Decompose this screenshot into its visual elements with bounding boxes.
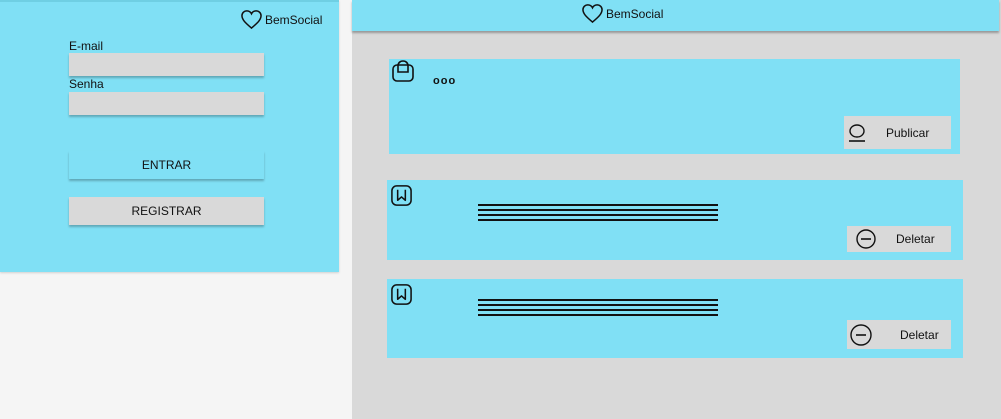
- minus-circle-icon: [856, 229, 876, 249]
- publish-button[interactable]: Publicar: [844, 116, 951, 149]
- delete-button[interactable]: Deletar: [847, 320, 951, 349]
- bag-icon[interactable]: [391, 59, 415, 83]
- enter-button[interactable]: ENTRAR: [69, 151, 264, 179]
- register-button[interactable]: REGISTRAR: [69, 197, 264, 225]
- brand-name: BemSocial: [265, 12, 323, 27]
- feed-panel: BemSocial ooo Publicar Deletar Deletar: [352, 0, 1001, 419]
- minus-circle-icon: [850, 323, 872, 346]
- heart-icon: [582, 4, 603, 24]
- email-label: E-mail: [69, 39, 104, 53]
- delete-label: Deletar: [896, 232, 935, 246]
- publish-label: Publicar: [886, 125, 930, 140]
- user-icon: [849, 123, 865, 142]
- password-field[interactable]: [69, 92, 264, 115]
- post-content-lines: [478, 299, 718, 316]
- header-logo: BemSocial: [581, 3, 663, 24]
- password-label: Senha: [69, 77, 104, 91]
- post-content-lines: [478, 204, 718, 221]
- brand-name: BemSocial: [606, 6, 664, 21]
- feed-header: BemSocial: [352, 0, 999, 31]
- post-card: Deletar: [387, 180, 963, 260]
- delete-button[interactable]: Deletar: [847, 226, 951, 252]
- heart-icon: [241, 10, 262, 30]
- post-card: Deletar: [387, 279, 963, 358]
- bookmark-icon[interactable]: [390, 283, 413, 306]
- delete-label: Deletar: [900, 327, 939, 342]
- bookmark-icon[interactable]: [390, 184, 413, 207]
- login-logo: BemSocial: [240, 9, 322, 30]
- login-panel: BemSocial E-mail Senha ENTRAR REGISTRAR: [0, 0, 339, 272]
- typing-indicator: ooo: [433, 75, 457, 87]
- composer-card: ooo Publicar: [389, 59, 960, 154]
- email-field[interactable]: [69, 53, 264, 76]
